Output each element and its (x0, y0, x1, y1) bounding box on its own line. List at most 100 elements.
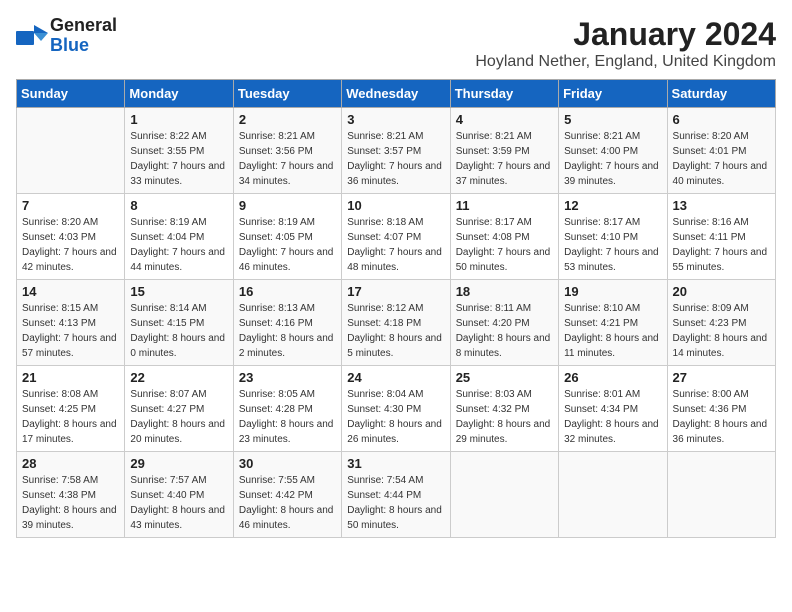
header-tuesday: Tuesday (233, 80, 341, 108)
day-cell: 13Sunrise: 8:16 AMSunset: 4:11 PMDayligh… (667, 194, 775, 280)
day-info: Sunrise: 8:01 AMSunset: 4:34 PMDaylight:… (564, 387, 661, 447)
day-info: Sunrise: 8:19 AMSunset: 4:05 PMDaylight:… (239, 215, 336, 275)
day-cell: 4Sunrise: 8:21 AMSunset: 3:59 PMDaylight… (450, 108, 558, 194)
day-info: Sunrise: 8:20 AMSunset: 4:01 PMDaylight:… (673, 129, 770, 189)
day-cell: 9 Sunrise: 8:19 AMSunset: 4:05 PMDaylight… (233, 194, 341, 280)
day-info: Sunrise: 8:21 AMSunset: 4:00 PMDaylight:… (564, 129, 661, 189)
day-cell: 21 Sunrise: 8:08 AMSunset: 4:25 PMDayligh… (17, 366, 125, 452)
day-number: 2 (239, 112, 336, 127)
logo-icon (16, 23, 48, 49)
day-info: Sunrise: 8:10 AMSunset: 4:21 PMDaylight:… (564, 301, 661, 361)
day-number: 15 (130, 284, 227, 299)
day-number: 4 (456, 112, 553, 127)
day-info: Sunrise: 8:18 AMSunset: 4:07 PMDaylight:… (347, 215, 444, 275)
day-cell: 23Sunrise: 8:05 AMSunset: 4:28 PMDayligh… (233, 366, 341, 452)
day-cell: 12 Sunrise: 8:17 AMSunset: 4:10 PMDayligh… (559, 194, 667, 280)
day-number: 9 (239, 198, 336, 213)
day-cell: 11 Sunrise: 8:17 AMSunset: 4:08 PMDayligh… (450, 194, 558, 280)
day-info: Sunrise: 7:57 AMSunset: 4:40 PMDaylight:… (130, 473, 227, 533)
day-info: Sunrise: 8:09 AMSunset: 4:23 PMDaylight:… (673, 301, 770, 361)
header-sunday: Sunday (17, 80, 125, 108)
day-cell: 18 Sunrise: 8:11 AMSunset: 4:20 PMDayligh… (450, 280, 558, 366)
day-info: Sunrise: 8:03 AMSunset: 4:32 PMDaylight:… (456, 387, 553, 447)
day-info: Sunrise: 8:21 AMSunset: 3:56 PMDaylight:… (239, 129, 336, 189)
day-cell (559, 452, 667, 538)
day-info: Sunrise: 8:16 AMSunset: 4:11 PMDaylight:… (673, 215, 770, 275)
day-info: Sunrise: 8:07 AMSunset: 4:27 PMDaylight:… (130, 387, 227, 447)
day-cell: 28Sunrise: 7:58 AMSunset: 4:38 PMDayligh… (17, 452, 125, 538)
day-number: 25 (456, 370, 553, 385)
day-cell: 1 Sunrise: 8:22 AMSunset: 3:55 PMDaylight… (125, 108, 233, 194)
header-friday: Friday (559, 80, 667, 108)
page-header: General Blue January 2024 Hoyland Nether… (16, 16, 776, 71)
header-monday: Monday (125, 80, 233, 108)
day-cell: 25 Sunrise: 8:03 AMSunset: 4:32 PMDayligh… (450, 366, 558, 452)
day-number: 11 (456, 198, 553, 213)
header-row: SundayMondayTuesdayWednesdayThursdayFrid… (17, 80, 776, 108)
logo-line2: Blue (50, 36, 117, 56)
week-row-4: 21 Sunrise: 8:08 AMSunset: 4:25 PMDayligh… (17, 366, 776, 452)
day-number: 1 (130, 112, 227, 127)
day-info: Sunrise: 8:14 AMSunset: 4:15 PMDaylight:… (130, 301, 227, 361)
day-cell: 15 Sunrise: 8:14 AMSunset: 4:15 PMDayligh… (125, 280, 233, 366)
day-number: 21 (22, 370, 119, 385)
week-row-3: 14Sunrise: 8:15 AMSunset: 4:13 PMDayligh… (17, 280, 776, 366)
day-number: 16 (239, 284, 336, 299)
day-info: Sunrise: 8:20 AMSunset: 4:03 PMDaylight:… (22, 215, 119, 275)
location-subtitle: Hoyland Nether, England, United Kingdom (475, 53, 776, 71)
day-number: 22 (130, 370, 227, 385)
day-info: Sunrise: 8:08 AMSunset: 4:25 PMDaylight:… (22, 387, 119, 447)
day-number: 18 (456, 284, 553, 299)
day-number: 19 (564, 284, 661, 299)
day-info: Sunrise: 8:11 AMSunset: 4:20 PMDaylight:… (456, 301, 553, 361)
day-cell: 22 Sunrise: 8:07 AMSunset: 4:27 PMDayligh… (125, 366, 233, 452)
day-number: 12 (564, 198, 661, 213)
day-number: 17 (347, 284, 444, 299)
day-cell: 20 Sunrise: 8:09 AMSunset: 4:23 PMDayligh… (667, 280, 775, 366)
day-cell: 30Sunrise: 7:55 AMSunset: 4:42 PMDayligh… (233, 452, 341, 538)
day-cell: 27Sunrise: 8:00 AMSunset: 4:36 PMDayligh… (667, 366, 775, 452)
day-cell: 10 Sunrise: 8:18 AMSunset: 4:07 PMDayligh… (342, 194, 450, 280)
day-info: Sunrise: 7:54 AMSunset: 4:44 PMDaylight:… (347, 473, 444, 533)
day-cell: 8 Sunrise: 8:19 AMSunset: 4:04 PMDaylight… (125, 194, 233, 280)
day-number: 10 (347, 198, 444, 213)
logo: General Blue (16, 16, 117, 56)
day-number: 3 (347, 112, 444, 127)
day-cell: 14Sunrise: 8:15 AMSunset: 4:13 PMDayligh… (17, 280, 125, 366)
day-cell: 31Sunrise: 7:54 AMSunset: 4:44 PMDayligh… (342, 452, 450, 538)
day-number: 20 (673, 284, 770, 299)
day-cell: 16 Sunrise: 8:13 AMSunset: 4:16 PMDayligh… (233, 280, 341, 366)
day-cell (667, 452, 775, 538)
day-number: 8 (130, 198, 227, 213)
day-cell: 26 Sunrise: 8:01 AMSunset: 4:34 PMDayligh… (559, 366, 667, 452)
day-info: Sunrise: 8:17 AMSunset: 4:08 PMDaylight:… (456, 215, 553, 275)
calendar-table: SundayMondayTuesdayWednesdayThursdayFrid… (16, 79, 776, 538)
day-info: Sunrise: 8:00 AMSunset: 4:36 PMDaylight:… (673, 387, 770, 447)
day-cell: 7 Sunrise: 8:20 AMSunset: 4:03 PMDaylight… (17, 194, 125, 280)
day-cell: 6 Sunrise: 8:20 AMSunset: 4:01 PMDaylight… (667, 108, 775, 194)
day-number: 29 (130, 456, 227, 471)
day-number: 6 (673, 112, 770, 127)
day-info: Sunrise: 8:12 AMSunset: 4:18 PMDaylight:… (347, 301, 444, 361)
week-row-1: 1 Sunrise: 8:22 AMSunset: 3:55 PMDaylight… (17, 108, 776, 194)
day-cell (450, 452, 558, 538)
day-info: Sunrise: 8:22 AMSunset: 3:55 PMDaylight:… (130, 129, 227, 189)
day-info: Sunrise: 7:55 AMSunset: 4:42 PMDaylight:… (239, 473, 336, 533)
day-number: 26 (564, 370, 661, 385)
month-title: January 2024 (475, 16, 776, 53)
logo-line1: General (50, 16, 117, 36)
day-number: 5 (564, 112, 661, 127)
day-number: 7 (22, 198, 119, 213)
day-info: Sunrise: 7:58 AMSunset: 4:38 PMDaylight:… (22, 473, 119, 533)
day-info: Sunrise: 8:04 AMSunset: 4:30 PMDaylight:… (347, 387, 444, 447)
day-number: 14 (22, 284, 119, 299)
header-thursday: Thursday (450, 80, 558, 108)
day-info: Sunrise: 8:19 AMSunset: 4:04 PMDaylight:… (130, 215, 227, 275)
day-cell (17, 108, 125, 194)
day-cell: 19 Sunrise: 8:10 AMSunset: 4:21 PMDayligh… (559, 280, 667, 366)
day-cell: 29 Sunrise: 7:57 AMSunset: 4:40 PMDayligh… (125, 452, 233, 538)
day-info: Sunrise: 8:17 AMSunset: 4:10 PMDaylight:… (564, 215, 661, 275)
day-cell: 17 Sunrise: 8:12 AMSunset: 4:18 PMDayligh… (342, 280, 450, 366)
day-info: Sunrise: 8:13 AMSunset: 4:16 PMDaylight:… (239, 301, 336, 361)
header-wednesday: Wednesday (342, 80, 450, 108)
